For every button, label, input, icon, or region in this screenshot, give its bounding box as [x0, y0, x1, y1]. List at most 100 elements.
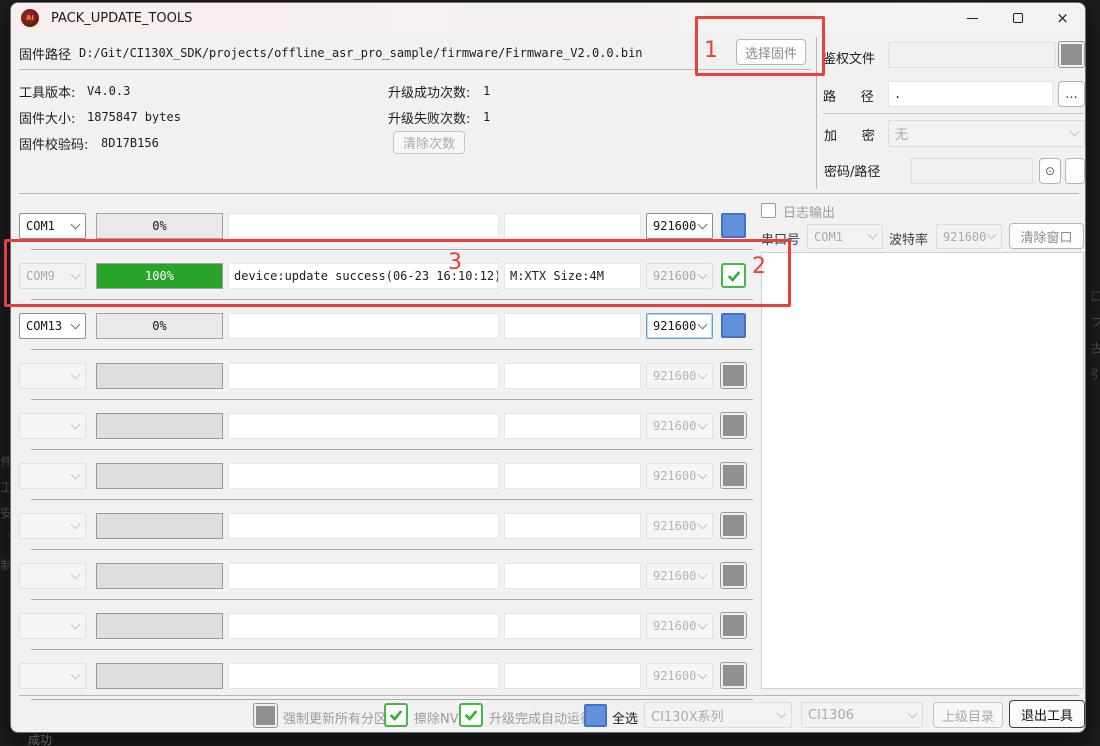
info-field: [504, 513, 641, 539]
port-select[interactable]: [19, 363, 86, 389]
row-checkbox[interactable]: [721, 613, 746, 638]
parent-dir-button[interactable]: 上级目录: [933, 702, 1003, 728]
chevron-down-icon: [698, 619, 708, 629]
close-button[interactable]: ×: [1040, 3, 1085, 33]
row-checkbox[interactable]: [721, 663, 746, 688]
annotation-box-2: [4, 239, 791, 307]
serial-port-value: COM1: [814, 230, 843, 244]
log-output-checkbox[interactable]: [761, 203, 776, 218]
port-select[interactable]: COM1: [19, 213, 86, 239]
serial-port-select[interactable]: COM1: [807, 224, 883, 249]
row-baud-select[interactable]: 921600: [646, 363, 713, 389]
auth-file-checkbox[interactable]: [1059, 42, 1084, 67]
clear-count-button[interactable]: 清除次数: [393, 131, 465, 154]
chevron-down-icon: [698, 519, 708, 529]
chevron-down-icon: [987, 230, 997, 240]
row-checkbox[interactable]: [721, 563, 746, 588]
row-baud-select[interactable]: 921600: [646, 313, 713, 339]
row-baud-select[interactable]: 921600: [646, 413, 713, 439]
row-baud-select[interactable]: 921600: [646, 463, 713, 489]
row-baud-select[interactable]: 921600: [646, 613, 713, 639]
clear-window-button[interactable]: 清除窗口: [1009, 223, 1084, 249]
row-checkbox[interactable]: [721, 313, 746, 338]
row-baud-select[interactable]: 921600: [646, 563, 713, 589]
minimize-button[interactable]: [950, 3, 995, 33]
titlebar: AI PACK_UPDATE_TOOLS ×: [11, 3, 1085, 33]
log-output-area[interactable]: [761, 252, 1084, 689]
screen: 件工安。制 成功 口フ古引 AI PACK_UPDATE_TOOLS × 固件路…: [0, 0, 1100, 746]
minimize-icon: [967, 18, 978, 19]
encrypt-label: 加 密: [824, 125, 875, 144]
firmware-checksum-value: 8D17B156: [101, 136, 159, 150]
divider: [19, 193, 1079, 194]
info-field: [504, 613, 641, 639]
erase-nv-checkbox[interactable]: [384, 703, 408, 727]
success-count-value: 1: [483, 84, 490, 98]
info-field: [504, 213, 641, 239]
chevron-down-icon: [71, 519, 81, 529]
row-checkbox[interactable]: [721, 363, 746, 388]
progress-bar: [96, 563, 223, 589]
chevron-down-icon: [71, 619, 81, 629]
app-icon: AI: [21, 9, 39, 27]
path-label: 路 径: [823, 86, 874, 105]
firmware-path-value: D:/Git/CI130X_SDK/projects/offline_asr_p…: [79, 46, 643, 60]
port-select[interactable]: [19, 463, 86, 489]
select-all-checkbox[interactable]: [584, 704, 607, 727]
chip-model-select[interactable]: CI1306: [801, 702, 923, 728]
progress-bar: [96, 613, 223, 639]
message-field: [228, 413, 499, 439]
port-select[interactable]: [19, 413, 86, 439]
info-field: [504, 463, 641, 489]
firmware-checksum-label: 固件校验码:: [19, 134, 88, 153]
port-value: COM1: [26, 219, 55, 233]
password-toggle-button[interactable]: ⊙: [1039, 158, 1061, 184]
row-checkbox[interactable]: [721, 413, 746, 438]
auto-run-checkbox[interactable]: [459, 703, 483, 727]
row-baud-value: 921600: [653, 669, 696, 683]
encrypt-select[interactable]: 无: [888, 120, 1085, 147]
baud-rate-select[interactable]: 921600: [936, 224, 1002, 249]
success-count-label: 升级成功次数:: [388, 82, 470, 101]
force-update-label: 强制更新所有分区: [283, 708, 387, 727]
port-select[interactable]: [19, 513, 86, 539]
info-field: [504, 413, 641, 439]
chevron-down-icon: [71, 369, 81, 379]
annotation-number-1: 1: [704, 38, 718, 63]
encrypt-value: 无: [895, 124, 908, 143]
row-baud-value: 921600: [653, 519, 696, 533]
row-baud-value: 921600: [653, 419, 696, 433]
row-baud-select[interactable]: 921600: [646, 513, 713, 539]
select-all-label: 全选: [612, 708, 638, 727]
chevron-down-icon: [71, 319, 81, 329]
chip-series-value: CI130X系列: [651, 706, 724, 725]
annotation-number-3: 3: [448, 250, 462, 275]
password-path-input[interactable]: [911, 158, 1033, 184]
port-select[interactable]: COM13: [19, 313, 86, 339]
auth-file-input[interactable]: [888, 42, 1056, 68]
row-checkbox[interactable]: [721, 463, 746, 488]
path-input[interactable]: .: [888, 81, 1053, 107]
progress-bar: [96, 513, 223, 539]
row-checkbox[interactable]: [721, 513, 746, 538]
row-divider: [31, 399, 753, 400]
message-field: [228, 663, 499, 689]
chevron-down-icon: [698, 219, 708, 229]
row-checkbox[interactable]: [721, 213, 746, 238]
divider: [19, 695, 1079, 696]
port-select[interactable]: [19, 613, 86, 639]
row-baud-select[interactable]: 921600: [646, 663, 713, 689]
port-select[interactable]: [19, 563, 86, 589]
row-baud-value: 921600: [653, 569, 696, 583]
port-select[interactable]: [19, 663, 86, 689]
browse-button[interactable]: ...: [1058, 81, 1085, 107]
message-field: [228, 463, 499, 489]
row-baud-select[interactable]: 921600: [646, 213, 713, 239]
exit-tool-button[interactable]: 退出工具: [1009, 700, 1085, 728]
force-update-checkbox[interactable]: [254, 704, 277, 727]
maximize-button[interactable]: [995, 3, 1040, 33]
progress-bar: [96, 663, 223, 689]
password-extra-button[interactable]: [1065, 158, 1085, 184]
row-divider: [31, 699, 753, 700]
chip-series-select[interactable]: CI130X系列: [644, 702, 792, 728]
